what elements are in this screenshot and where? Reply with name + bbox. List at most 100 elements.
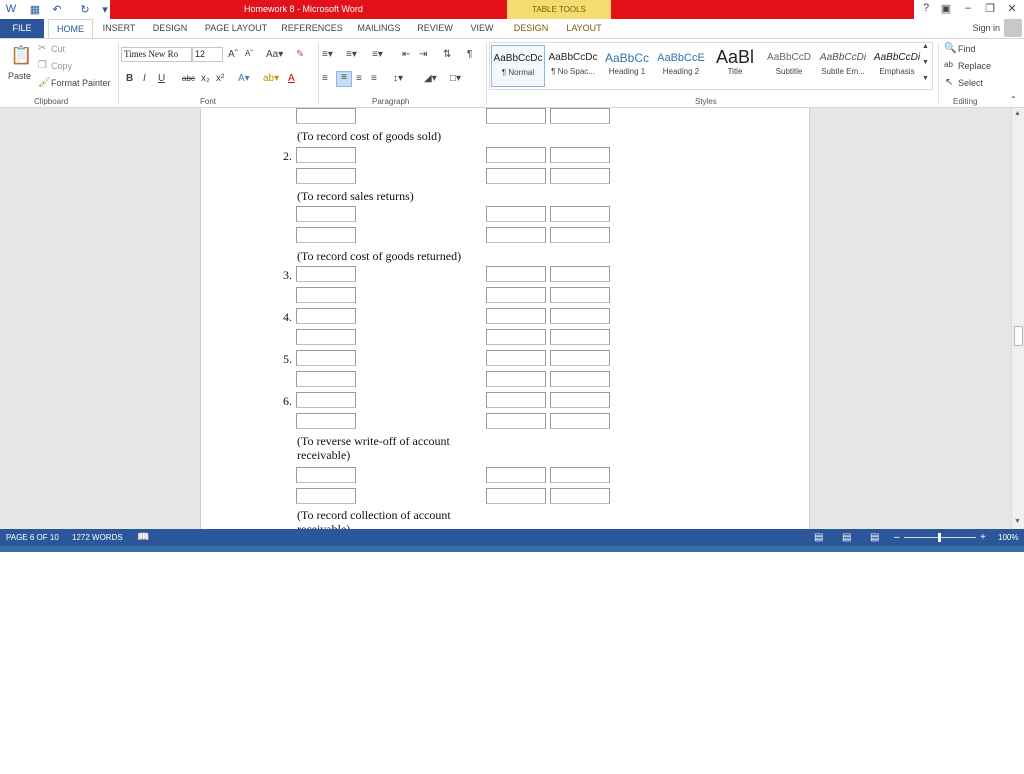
underline-icon[interactable]: U bbox=[158, 73, 165, 84]
clear-formatting-icon[interactable]: ✎ bbox=[296, 49, 304, 60]
paste-icon[interactable]: 📋 bbox=[10, 45, 32, 66]
style-heading-1[interactable]: AaBbCc Heading 1 bbox=[600, 45, 654, 87]
table-cell[interactable] bbox=[486, 413, 546, 429]
minimize-icon[interactable]: – bbox=[960, 2, 976, 16]
table-cell[interactable] bbox=[550, 147, 610, 163]
tab-file[interactable]: FILE bbox=[0, 19, 44, 38]
table-cell[interactable] bbox=[296, 488, 356, 504]
table-cell[interactable] bbox=[486, 287, 546, 303]
table-cell[interactable] bbox=[486, 371, 546, 387]
styles-scroll-down-icon[interactable]: ▼ bbox=[922, 59, 929, 66]
page-indicator[interactable]: PAGE 6 OF 10 bbox=[6, 529, 59, 546]
proofing-icon[interactable]: 📖 bbox=[137, 529, 149, 546]
table-cell[interactable] bbox=[550, 350, 610, 366]
tab-references[interactable]: REFERENCES bbox=[280, 19, 344, 38]
borders-icon[interactable]: □▾ bbox=[450, 73, 461, 84]
table-cell[interactable] bbox=[486, 168, 546, 184]
tab-design[interactable]: DESIGN bbox=[148, 19, 192, 38]
table-cell[interactable] bbox=[550, 168, 610, 184]
table-cell[interactable] bbox=[486, 392, 546, 408]
table-cell[interactable] bbox=[550, 371, 610, 387]
format-painter-button[interactable]: Format Painter bbox=[51, 78, 111, 88]
table-cell[interactable] bbox=[550, 392, 610, 408]
line-spacing-icon[interactable]: ↕▾ bbox=[393, 73, 403, 84]
table-cell[interactable] bbox=[296, 266, 356, 282]
increase-indent-icon[interactable]: ⇥ bbox=[419, 49, 427, 60]
shading-icon[interactable]: ◢▾ bbox=[424, 73, 437, 84]
paste-button[interactable]: Paste bbox=[8, 71, 31, 81]
zoom-in-icon[interactable]: + bbox=[980, 529, 986, 546]
show-marks-icon[interactable]: ¶ bbox=[467, 49, 472, 60]
decrease-indent-icon[interactable]: ⇤ bbox=[402, 49, 410, 60]
zoom-level[interactable]: 100% bbox=[998, 529, 1018, 546]
table-cell[interactable] bbox=[486, 266, 546, 282]
align-center-icon[interactable]: ≡ bbox=[336, 71, 352, 87]
table-cell[interactable] bbox=[296, 413, 356, 429]
change-case-icon[interactable]: Aa▾ bbox=[266, 49, 283, 60]
table-cell[interactable] bbox=[550, 329, 610, 345]
superscript-icon[interactable]: x² bbox=[216, 73, 224, 84]
italic-icon[interactable]: I bbox=[143, 73, 146, 84]
style-subtle-emphasis[interactable]: AaBbCcDi Subtle Em... bbox=[816, 45, 870, 87]
scroll-down-icon[interactable]: ▼ bbox=[1014, 518, 1021, 525]
save-icon[interactable]: ▦ bbox=[28, 2, 42, 16]
select-button[interactable]: Select bbox=[958, 78, 983, 88]
ribbon-display-icon[interactable]: ▣ bbox=[938, 2, 954, 16]
bullets-icon[interactable]: ≡▾ bbox=[322, 49, 333, 60]
table-cell[interactable] bbox=[486, 488, 546, 504]
style-emphasis[interactable]: AaBbCcDi Emphasis bbox=[870, 45, 924, 87]
table-cell[interactable] bbox=[550, 467, 610, 483]
copy-button[interactable]: Copy bbox=[51, 61, 72, 71]
table-cell[interactable] bbox=[296, 227, 356, 243]
table-cell[interactable] bbox=[550, 308, 610, 324]
tab-home[interactable]: HOME bbox=[48, 19, 93, 38]
collapse-ribbon-icon[interactable]: ⌃ bbox=[1010, 95, 1017, 104]
bold-icon[interactable]: B bbox=[126, 73, 133, 84]
scroll-thumb[interactable] bbox=[1014, 326, 1023, 346]
zoom-slider-thumb[interactable] bbox=[938, 533, 941, 542]
tab-view[interactable]: VIEW bbox=[464, 19, 500, 38]
table-cell[interactable] bbox=[296, 392, 356, 408]
table-cell[interactable] bbox=[296, 350, 356, 366]
subscript-icon[interactable]: x₂ bbox=[201, 73, 210, 84]
table-cell[interactable] bbox=[486, 350, 546, 366]
table-cell[interactable] bbox=[486, 147, 546, 163]
find-button[interactable]: Find bbox=[958, 44, 976, 54]
table-cell[interactable] bbox=[296, 206, 356, 222]
table-cell[interactable] bbox=[550, 266, 610, 282]
tab-mailings[interactable]: MAILINGS bbox=[352, 19, 406, 38]
style-title[interactable]: AaBl Title bbox=[708, 45, 762, 87]
vertical-scrollbar[interactable]: ▲ ▼ bbox=[1011, 108, 1024, 529]
styles-more-icon[interactable]: ▼ bbox=[922, 75, 929, 82]
avatar[interactable] bbox=[1004, 19, 1022, 37]
sign-in-link[interactable]: Sign in bbox=[972, 23, 1000, 33]
shrink-font-icon[interactable]: Aˇ bbox=[245, 49, 253, 58]
table-cell[interactable] bbox=[550, 488, 610, 504]
close-icon[interactable]: ✕ bbox=[1004, 2, 1020, 16]
read-mode-icon[interactable]: ▤ bbox=[814, 529, 823, 546]
table-cell[interactable] bbox=[486, 308, 546, 324]
style-normal[interactable]: AaBbCcDc ¶ Normal bbox=[491, 45, 545, 87]
table-cell[interactable] bbox=[296, 371, 356, 387]
grow-font-icon[interactable]: Aˆ bbox=[228, 49, 238, 60]
justify-icon[interactable]: ≡ bbox=[371, 73, 377, 84]
cut-button[interactable]: Cut bbox=[51, 44, 65, 54]
font-size-select[interactable]: 12 bbox=[192, 47, 223, 62]
table-cell[interactable] bbox=[550, 413, 610, 429]
table-cell[interactable] bbox=[296, 308, 356, 324]
table-cell[interactable] bbox=[486, 227, 546, 243]
web-layout-icon[interactable]: ▤ bbox=[870, 529, 879, 546]
table-cell[interactable] bbox=[550, 206, 610, 222]
strikethrough-icon[interactable]: abc bbox=[182, 74, 195, 83]
style-heading-2[interactable]: AaBbCcE Heading 2 bbox=[654, 45, 708, 87]
font-family-select[interactable]: Times New Ro bbox=[121, 47, 192, 62]
table-cell[interactable] bbox=[550, 227, 610, 243]
table-cell[interactable] bbox=[296, 108, 356, 124]
tab-page-layout[interactable]: PAGE LAYOUT bbox=[200, 19, 272, 38]
text-effects-icon[interactable]: A▾ bbox=[238, 73, 250, 84]
redo-icon[interactable]: ↻ bbox=[78, 2, 92, 16]
table-cell[interactable] bbox=[486, 108, 546, 124]
scroll-up-icon[interactable]: ▲ bbox=[1014, 110, 1021, 117]
tab-insert[interactable]: INSERT bbox=[98, 19, 140, 38]
table-cell[interactable] bbox=[296, 329, 356, 345]
